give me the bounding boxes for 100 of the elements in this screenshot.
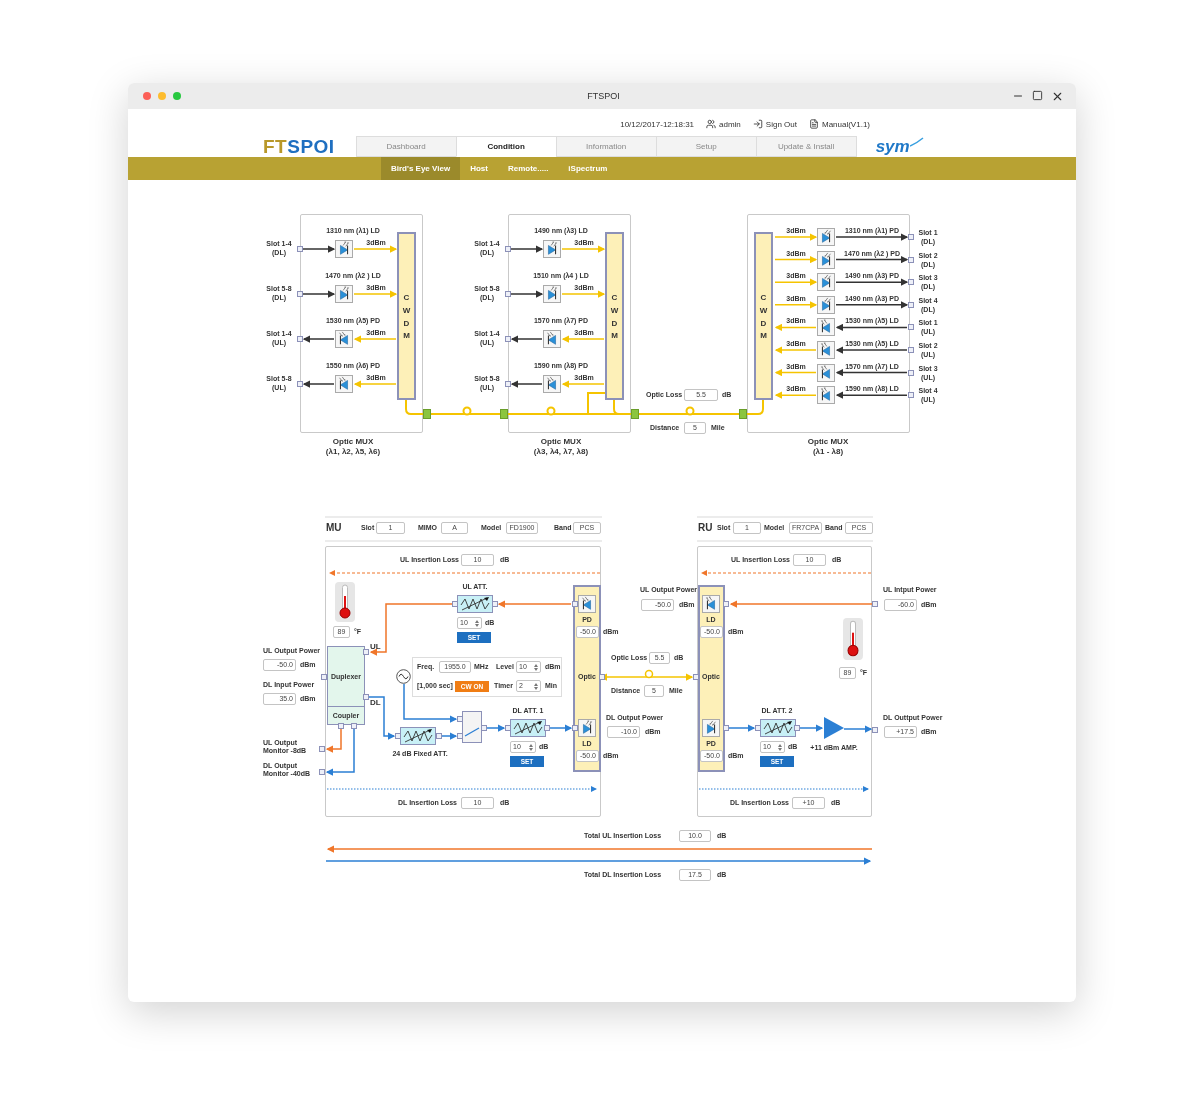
port-icon (908, 256, 914, 263)
port-icon (908, 347, 914, 353)
port-icon (755, 725, 761, 731)
users-icon (706, 119, 717, 129)
connector-icon (631, 409, 639, 419)
minimize-dot-icon[interactable] (158, 92, 166, 100)
port-icon (872, 601, 878, 607)
port-icon (319, 769, 325, 775)
port-icon (572, 601, 578, 607)
port-icon (363, 649, 369, 655)
port-icon (297, 291, 303, 297)
port-icon (908, 234, 914, 240)
port-icon (872, 727, 878, 733)
port-icon (908, 324, 914, 331)
label: RU (698, 522, 713, 534)
downlink-arrow (728, 724, 756, 732)
optical-arrow (774, 368, 817, 377)
signal-arrow (302, 290, 336, 298)
zoom-dot-icon[interactable] (173, 92, 181, 100)
port-icon (363, 694, 369, 700)
downlink-arrow (486, 724, 506, 732)
port-icon (457, 733, 463, 739)
signal-arrow (510, 380, 543, 388)
maximize-icon[interactable] (1032, 89, 1043, 101)
user-label: admin (719, 119, 741, 129)
optical-arrow (774, 323, 817, 332)
spinner-icon[interactable] (534, 663, 538, 671)
optical-arrow (774, 255, 818, 264)
port-icon (481, 725, 487, 731)
signal-arrow (302, 335, 335, 343)
label: Optic MUX (807, 437, 849, 447)
sign-out-link[interactable]: Sign Out (752, 119, 797, 129)
spinner-icon[interactable] (534, 682, 538, 690)
spinner-icon[interactable] (778, 743, 782, 751)
optical-arrow (353, 245, 398, 253)
connector-icon (739, 409, 747, 419)
downlink-arrow (325, 728, 355, 776)
optical-arrow (774, 346, 817, 354)
laser-diode-icon (578, 719, 596, 737)
sign-out-icon (752, 119, 763, 129)
manual-link[interactable]: Manual(V1.1) (808, 119, 870, 129)
attenuator-icon (510, 719, 546, 737)
attenuator-icon (457, 595, 493, 613)
label: Optic MUX (540, 437, 582, 447)
label: Optic MUX (332, 437, 374, 447)
window-title: FTSPOI (587, 91, 620, 101)
signal-arrow (510, 335, 543, 343)
tab[interactable]: Condition (455, 136, 557, 157)
port-icon (505, 725, 511, 731)
port-icon (457, 716, 463, 722)
port-icon (436, 733, 442, 739)
spinner-icon[interactable] (529, 743, 533, 751)
port-icon (338, 723, 344, 729)
port-icon (297, 381, 303, 387)
attenuator-icon (400, 727, 436, 745)
port-icon (297, 336, 303, 342)
signal-arrow (510, 290, 544, 298)
close-dot-icon[interactable] (143, 92, 151, 100)
port-icon (908, 301, 914, 308)
port-icon (505, 336, 511, 342)
optical-arrow (561, 290, 606, 298)
port-icon (908, 392, 914, 399)
port-icon (452, 601, 458, 607)
optical-arrow (353, 290, 398, 298)
port-icon (544, 725, 550, 731)
optical-arrow (353, 380, 397, 388)
port-icon (572, 725, 578, 731)
amplifier-icon (824, 717, 844, 739)
signal-arrow (302, 380, 335, 388)
port-icon (794, 725, 800, 731)
port-icon (908, 369, 914, 376)
logo: FTSPOI (263, 137, 335, 156)
signal-arrow (302, 245, 336, 253)
downlink-arrow (368, 696, 396, 740)
uplink-arrow (325, 728, 342, 753)
label: (λ1, λ2, λ5, λ6) (325, 447, 381, 457)
connector-icon (500, 409, 508, 419)
cwdm-block: CWDM (754, 232, 773, 400)
optical-arrow (561, 380, 605, 388)
label: DL (370, 698, 381, 708)
optical-arrow (561, 245, 606, 253)
downlink-arrow (441, 732, 458, 740)
downlink-arrow (403, 683, 458, 723)
cwdm-block: CWDM (397, 232, 416, 400)
port-icon (723, 601, 729, 607)
optical-arrow (561, 335, 605, 343)
port-icon (505, 381, 511, 387)
brand-logo: sym (875, 137, 924, 157)
photodiode-icon (702, 719, 720, 737)
port-icon (351, 723, 357, 729)
photodiode-icon (578, 595, 596, 613)
label: MU (326, 522, 342, 534)
thermometer-icon (334, 582, 356, 622)
port-icon (723, 725, 729, 731)
connector-icon (423, 409, 431, 419)
sine-wave-icon (396, 669, 411, 684)
attenuator-icon (760, 719, 796, 737)
label: UL (370, 642, 381, 652)
spinner-icon[interactable] (475, 619, 479, 627)
optical-arrow (774, 278, 818, 286)
